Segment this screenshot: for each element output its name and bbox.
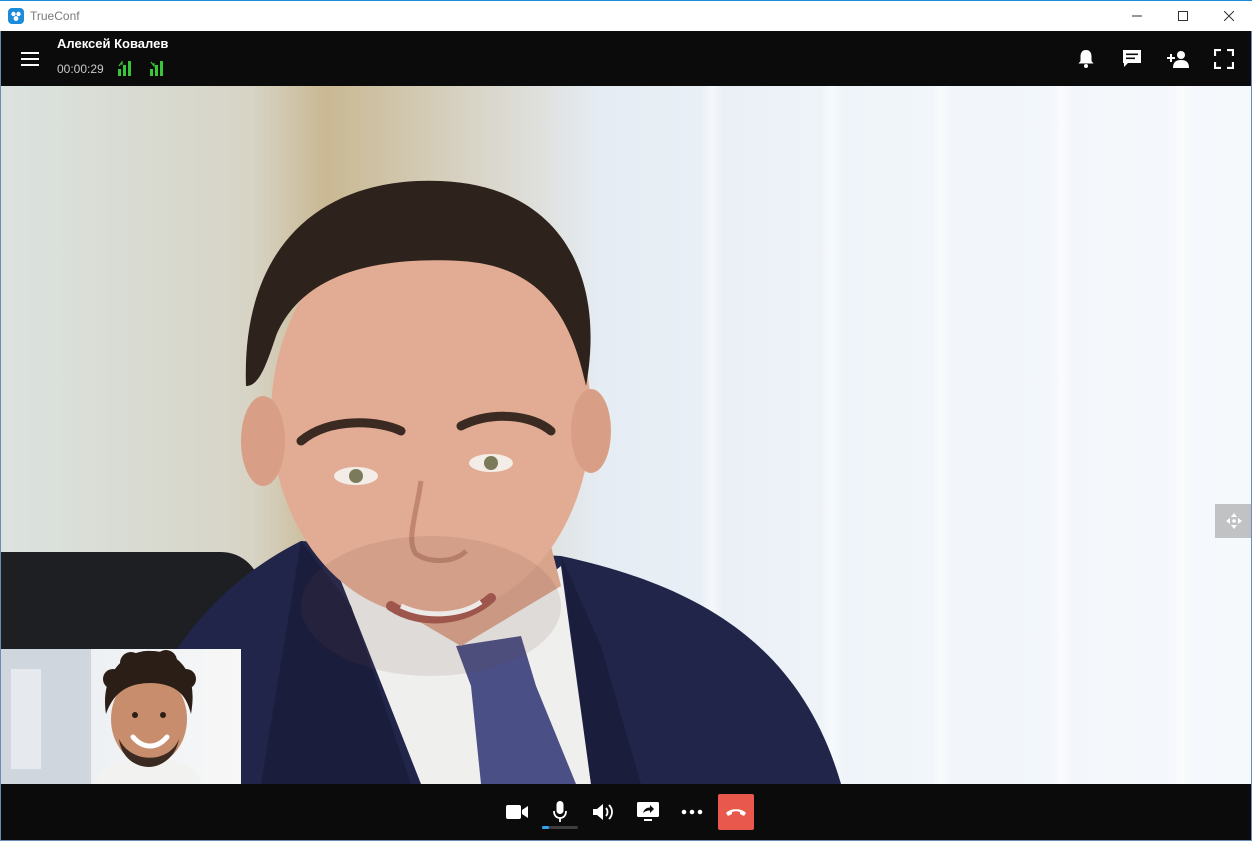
call-duration: 00:00:29 xyxy=(57,62,104,76)
camera-icon[interactable] xyxy=(499,794,535,830)
more-icon[interactable] xyxy=(674,794,710,830)
call-toolbar xyxy=(1,784,1251,840)
window-title: TrueConf xyxy=(30,9,80,23)
mic-level-bar xyxy=(542,826,578,829)
local-participant-image xyxy=(1,649,201,784)
bell-icon[interactable] xyxy=(1072,45,1100,73)
trueconf-logo-icon xyxy=(8,8,24,24)
outgoing-signal-icon xyxy=(118,60,134,81)
minimize-button[interactable] xyxy=(1114,1,1160,31)
side-panel-handle-icon[interactable] xyxy=(1215,504,1251,538)
self-video-preview[interactable] xyxy=(1,649,241,784)
call-header: Алексей Ковалев 00:00:29 xyxy=(1,31,1251,86)
incoming-signal-icon xyxy=(150,60,166,81)
window-titlebar: TrueConf xyxy=(0,0,1252,31)
speaker-icon[interactable] xyxy=(586,794,622,830)
fullscreen-icon[interactable] xyxy=(1210,45,1238,73)
add-participant-icon[interactable] xyxy=(1164,45,1192,73)
microphone-icon[interactable] xyxy=(542,794,578,830)
close-button[interactable] xyxy=(1206,1,1252,31)
maximize-button[interactable] xyxy=(1160,1,1206,31)
hang-up-icon[interactable] xyxy=(718,794,754,830)
hamburger-menu-icon[interactable] xyxy=(15,47,45,71)
chat-icon[interactable] xyxy=(1118,45,1146,73)
contact-name: Алексей Ковалев xyxy=(57,36,169,51)
screen-share-icon[interactable] xyxy=(630,794,666,830)
mic-level-fill xyxy=(542,826,550,829)
